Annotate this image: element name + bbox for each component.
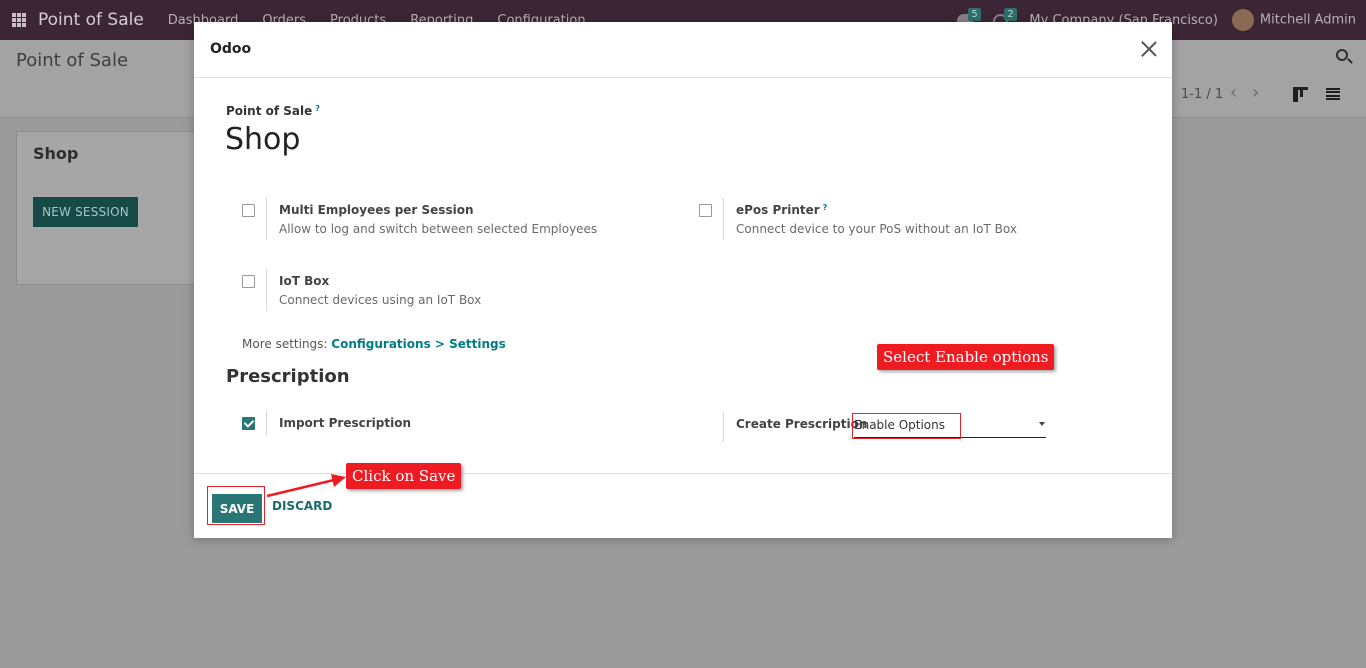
- multi-employees-desc: Allow to log and switch between selected…: [279, 222, 598, 236]
- divider: [266, 410, 267, 436]
- caret-down-icon[interactable]: [1039, 422, 1045, 426]
- more-settings: More settings: Configurations > Settings: [242, 337, 506, 351]
- click-save-callout: Click on Save: [346, 463, 462, 489]
- page-title: Point of Sale: [16, 50, 129, 71]
- select-enable-options-callout: Select Enable options: [877, 344, 1055, 370]
- iot-box-checkbox[interactable]: [242, 275, 255, 288]
- pager-value[interactable]: 1-1 / 1: [1181, 87, 1223, 102]
- dialog-header: Odoo: [194, 22, 1172, 78]
- iot-box-desc: Connect devices using an IoT Box: [279, 293, 482, 307]
- more-settings-link[interactable]: Configurations > Settings: [331, 337, 505, 351]
- create-prescription-label: Create Prescription: [736, 417, 868, 431]
- discard-button[interactable]: DISCARD: [272, 499, 332, 513]
- app-brand[interactable]: Point of Sale: [38, 10, 144, 30]
- pos-kanban-card: Shop NEW SESSION: [16, 131, 206, 285]
- pager-next-button[interactable]: ›: [1252, 84, 1259, 102]
- messages-badge: 5: [968, 8, 981, 21]
- field-label-text: Point of Sale: [226, 104, 313, 118]
- settings-dialog: Odoo Point of Sale? Shop Multi Employees…: [194, 22, 1172, 538]
- divider: [266, 269, 267, 311]
- dialog-title: Odoo: [210, 41, 252, 57]
- activities-badge: 2: [1004, 8, 1017, 21]
- import-prescription-checkbox[interactable]: [242, 417, 255, 430]
- close-icon[interactable]: [1140, 40, 1158, 58]
- list-view-icon[interactable]: [1326, 88, 1340, 100]
- apps-menu-icon[interactable]: [12, 13, 26, 27]
- avatar: [1231, 9, 1254, 31]
- user-name: Mitchell Admin: [1259, 12, 1356, 28]
- epos-printer-desc: Connect device to your PoS without an Io…: [736, 222, 1017, 236]
- new-session-button[interactable]: NEW SESSION: [33, 197, 138, 227]
- multi-employees-checkbox[interactable]: [242, 204, 255, 217]
- divider: [266, 198, 267, 240]
- field-label: Point of Sale?: [226, 104, 320, 118]
- search-icon[interactable]: [1336, 49, 1348, 61]
- help-icon[interactable]: ?: [315, 104, 320, 113]
- record-name: Shop: [225, 122, 301, 157]
- divider: [723, 412, 724, 442]
- save-highlight-box: [207, 486, 265, 525]
- import-prescription-title: Import Prescription: [279, 416, 411, 430]
- pager-previous-button[interactable]: ‹: [1230, 84, 1237, 102]
- help-icon[interactable]: ?: [823, 203, 828, 212]
- prescription-section-title: Prescription: [226, 366, 350, 387]
- user-menu[interactable]: Mitchell Admin: [1231, 9, 1356, 31]
- epos-printer-title-text: ePos Printer: [736, 203, 820, 217]
- epos-printer-checkbox[interactable]: [699, 204, 712, 217]
- epos-printer-title: ePos Printer?: [736, 203, 827, 217]
- dialog-footer: SAVE DISCARD: [194, 473, 1172, 538]
- iot-box-title: IoT Box: [279, 274, 330, 288]
- divider: [723, 198, 724, 240]
- more-settings-label: More settings:: [242, 337, 328, 351]
- select-highlight-box: [852, 413, 961, 439]
- card-title: Shop: [33, 144, 79, 163]
- kanban-view-icon[interactable]: [1293, 87, 1308, 102]
- multi-employees-title: Multi Employees per Session: [279, 203, 474, 217]
